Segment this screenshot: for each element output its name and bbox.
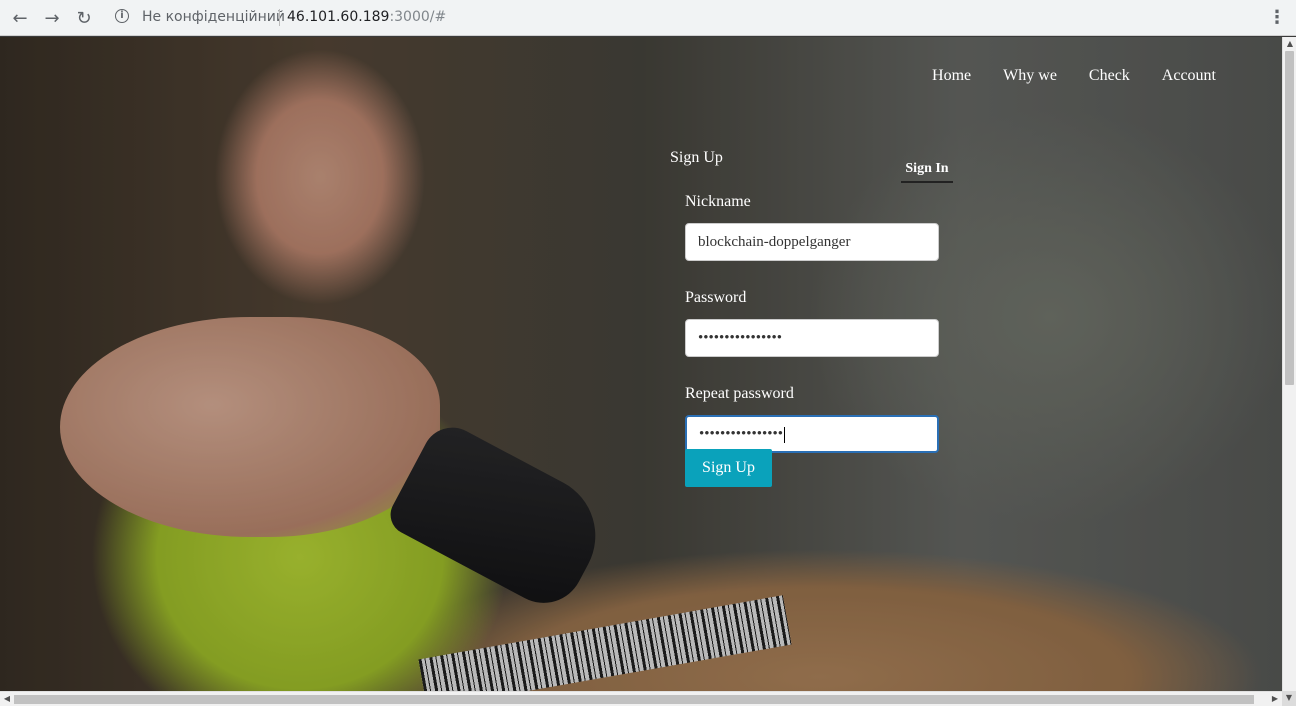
text-caret (784, 426, 786, 443)
nav-why-we[interactable]: Why we (1003, 67, 1057, 85)
top-navigation: Home Why we Check Account (932, 67, 1216, 85)
horizontal-scrollbar[interactable]: ◀ ▶ (0, 691, 1282, 706)
url-path: :3000/# (389, 9, 447, 25)
address-bar[interactable]: 46.101.60.189:3000/# (287, 9, 446, 25)
vertical-scrollbar[interactable]: ▲ (1282, 37, 1296, 691)
scrollbar-corner: ▼ (1282, 691, 1296, 706)
repeat-password-label: Repeat password (685, 385, 794, 402)
security-status[interactable]: Не конфіденційний (142, 9, 285, 25)
info-icon[interactable]: i (115, 9, 129, 23)
tab-sign-up[interactable]: Sign Up (670, 149, 723, 167)
scroll-left-icon[interactable]: ◀ (0, 694, 14, 703)
password-field[interactable]: •••••••••••••••• (685, 319, 939, 357)
nickname-field[interactable]: blockchain-doppelganger (685, 223, 939, 261)
sign-up-button[interactable]: Sign Up (685, 449, 772, 487)
forward-arrow-icon[interactable]: → (40, 6, 64, 30)
scroll-up-icon[interactable]: ▲ (1283, 39, 1296, 48)
nav-check[interactable]: Check (1089, 67, 1130, 85)
repeat-password-field[interactable]: •••••••••••••••• (685, 415, 939, 453)
password-label: Password (685, 289, 747, 306)
url-divider (279, 9, 280, 26)
nickname-value: blockchain-doppelganger (698, 234, 851, 250)
horizontal-scroll-thumb[interactable] (14, 695, 1254, 704)
page-viewport: Home Why we Check Account Sign Up Sign I… (0, 37, 1282, 691)
vertical-scroll-thumb[interactable] (1285, 51, 1294, 385)
menu-dots-icon[interactable]: ⋮ (1268, 6, 1286, 30)
scroll-right-icon[interactable]: ▶ (1268, 694, 1282, 703)
url-host: 46.101.60.189 (287, 9, 390, 25)
hero-overlay (0, 37, 1282, 691)
nav-home[interactable]: Home (932, 67, 971, 85)
signup-form: Nickname blockchain-doppelganger Passwor… (685, 191, 939, 479)
tab-sign-in[interactable]: Sign In (901, 161, 953, 183)
back-arrow-icon[interactable]: ← (8, 6, 32, 30)
nickname-label: Nickname (685, 193, 751, 210)
nav-account[interactable]: Account (1162, 67, 1216, 85)
repeat-password-value: •••••••••••••••• (699, 426, 784, 442)
scroll-down-icon[interactable]: ▼ (1282, 693, 1296, 702)
password-value: •••••••••••••••• (698, 330, 783, 346)
reload-icon[interactable]: ↻ (72, 6, 96, 30)
browser-toolbar: ← → ↻ i Не конфіденційний 46.101.60.189:… (0, 0, 1296, 36)
